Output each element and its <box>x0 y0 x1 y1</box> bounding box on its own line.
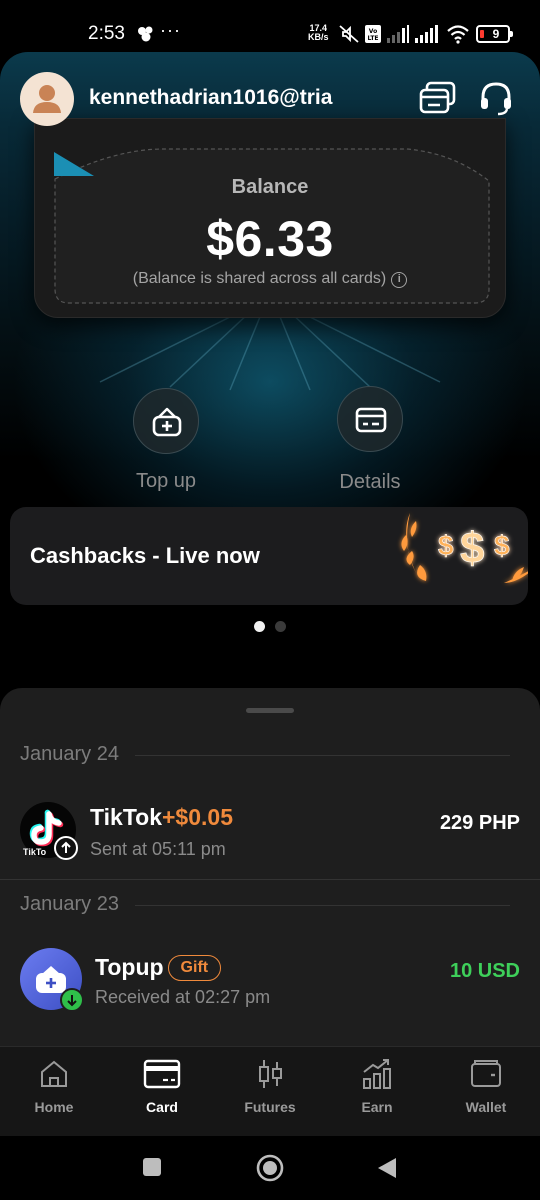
nav-label: Card <box>146 1099 178 1115</box>
transactions-sheet[interactable]: January 24 TikTo TikTok+$0.05 Sent at 05… <box>0 688 540 1048</box>
carousel-dot[interactable] <box>275 621 286 632</box>
gift-tag: Gift <box>167 955 222 981</box>
promo-dollar-small: $ <box>438 530 454 561</box>
bar-chart-up-icon <box>363 1059 391 1089</box>
date-header: January 24 <box>20 743 520 767</box>
cards-icon[interactable] <box>418 78 458 118</box>
top-up-circle[interactable] <box>133 388 199 454</box>
promo-dollar-small: $ <box>494 530 510 561</box>
transaction-row[interactable]: Topup Gift Received at 02:27 pm 10 USD <box>0 942 540 1042</box>
nav-label: Wallet <box>465 1099 507 1115</box>
date-label: January 24 <box>20 743 119 765</box>
date-divider-line <box>135 755 510 756</box>
received-arrow-icon <box>60 988 84 1012</box>
transaction-row[interactable]: TikTo TikTok+$0.05 Sent at 05:11 pm 229 … <box>0 792 540 892</box>
light-beams-decoration <box>99 312 441 391</box>
nav-item-card[interactable]: Card <box>112 1057 212 1115</box>
cashback-promo-banner[interactable]: Cashbacks - Live now $ $ $ <box>10 507 528 605</box>
money-laurel-icon: $ $ $ <box>401 513 528 583</box>
status-time: 2:53 <box>88 23 125 44</box>
balance-label: Balance <box>231 176 309 198</box>
signal-icon <box>387 25 409 43</box>
mute-icon <box>339 25 359 43</box>
nav-label: Home <box>34 1099 74 1115</box>
details-button[interactable]: Details <box>295 386 445 494</box>
signal-icon <box>415 25 438 43</box>
recents-square-icon[interactable] <box>141 1156 163 1178</box>
promo-dollar-large: $ <box>460 524 484 573</box>
avatar[interactable] <box>20 72 74 126</box>
bottom-nav: Home Card Futures Earn Wallet <box>0 1046 540 1136</box>
nav-item-earn[interactable]: Earn <box>327 1057 427 1115</box>
system-navigation-bar <box>0 1136 540 1200</box>
wallet-plus-icon <box>152 407 182 437</box>
carousel-indicator <box>0 619 540 632</box>
battery-low-icon: 9 <box>476 25 513 43</box>
transaction-name: TikTok <box>90 804 162 830</box>
wifi-icon <box>447 25 469 44</box>
candlestick-icon <box>259 1060 282 1088</box>
headset-icon[interactable] <box>476 78 516 118</box>
promo-title: Cashbacks - Live now <box>30 543 260 568</box>
date-label: January 23 <box>20 893 119 915</box>
balance-note: (Balance is shared across all cards) i <box>0 270 540 288</box>
carousel-dot-active[interactable] <box>254 621 265 632</box>
battery-level: 9 <box>492 27 500 41</box>
transaction-amount: 10 USD <box>449 960 520 982</box>
date-divider-line <box>135 905 510 906</box>
network-speed: 17.4 KB/s <box>308 24 329 42</box>
svg-text:Vo: Vo <box>369 28 377 35</box>
app-notification-icon <box>138 26 153 42</box>
home-icon <box>41 1060 67 1087</box>
home-circle-icon[interactable] <box>255 1153 285 1183</box>
date-header: January 23 <box>20 893 520 917</box>
app-header: kennethadrian1016@tria <box>20 72 520 128</box>
details-circle[interactable] <box>337 386 403 452</box>
back-triangle-icon[interactable] <box>376 1156 398 1180</box>
nav-label: Earn <box>361 1099 393 1115</box>
tiktok-logo-text: TikTo <box>23 847 47 857</box>
more-dots-icon: ··· <box>160 20 181 40</box>
cashback-amount: +$0.05 <box>162 804 233 830</box>
network-speed-unit: KB/s <box>308 32 329 42</box>
avatar-icon <box>33 85 61 113</box>
transaction-name: Topup <box>95 954 164 980</box>
nav-item-home[interactable]: Home <box>4 1057 104 1115</box>
wallet-icon <box>471 1060 501 1087</box>
details-label: Details <box>339 471 401 493</box>
nav-item-wallet[interactable]: Wallet <box>436 1057 536 1115</box>
transaction-title: TikTok+$0.05 <box>90 804 233 831</box>
nav-item-futures[interactable]: Futures <box>220 1057 320 1115</box>
row-divider <box>0 879 540 880</box>
nav-label: Futures <box>244 1099 296 1115</box>
volte-icon: Vo LTE <box>365 25 381 43</box>
transaction-amount: 229 PHP <box>439 812 520 834</box>
top-up-label: Top up <box>135 470 197 492</box>
transaction-time: Sent at 05:11 pm <box>90 839 226 859</box>
balance-amount: $6.33 <box>206 211 334 267</box>
transaction-title: Topup Gift <box>95 954 222 981</box>
info-icon[interactable]: i <box>391 272 408 288</box>
card-details-icon <box>355 407 387 433</box>
sheet-drag-handle[interactable] <box>246 708 294 713</box>
balance-note-text: (Balance is shared across all cards) <box>132 270 387 287</box>
card-icon <box>143 1059 181 1089</box>
username: kennethadrian1016@tria <box>89 86 333 109</box>
svg-text:LTE: LTE <box>367 35 378 42</box>
transaction-time: Received at 02:27 pm <box>95 987 271 1007</box>
sent-arrow-icon <box>54 836 78 860</box>
top-up-button[interactable]: Top up <box>91 388 241 493</box>
